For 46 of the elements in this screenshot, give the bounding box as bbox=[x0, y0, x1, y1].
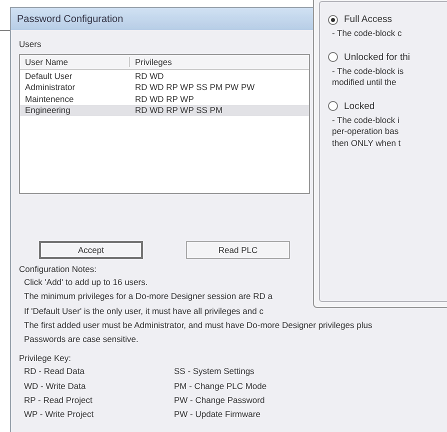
key-heading: Privilege Key: bbox=[19, 352, 72, 364]
option-description: - The code-block is bbox=[331, 66, 405, 77]
table-cell-text: RD WD RP WP bbox=[134, 94, 195, 104]
dialog-button[interactable]: Accept bbox=[39, 241, 143, 259]
option-description: per-operation bas bbox=[331, 126, 400, 138]
radio-button[interactable] bbox=[328, 101, 338, 111]
key-text: SS - System Settings bbox=[173, 365, 256, 378]
option-description: modified until the bbox=[331, 77, 398, 88]
table-row[interactable]: Default User RD WD bbox=[20, 70, 309, 82]
radio-label[interactable]: Locked bbox=[344, 100, 375, 112]
radio-button[interactable] bbox=[328, 14, 338, 24]
table-cell-text: Engineering bbox=[24, 105, 72, 116]
table-cell-text: Maintenence bbox=[24, 94, 75, 104]
key-text: RP - Read Project bbox=[23, 394, 94, 408]
window-edge bbox=[0, 30, 10, 31]
radio-button[interactable] bbox=[328, 52, 338, 62]
option-description: - The code-block i bbox=[331, 114, 400, 126]
table-cell-text: RD WD bbox=[134, 70, 165, 81]
table-row[interactable]: Administrator RD WD RP WP SS PM PW PW bbox=[20, 82, 309, 93]
key-text: PW - Update Firmware bbox=[173, 408, 262, 422]
column-header[interactable]: Privileges bbox=[130, 57, 309, 67]
key-text: WP - Write Project bbox=[23, 408, 95, 422]
note-text: If 'Default User' is the only user, it must have all privileges and c bbox=[23, 304, 264, 318]
table-cell-text: Default User bbox=[24, 70, 74, 81]
note-text: Click 'Add' to add up to 16 users. bbox=[23, 276, 149, 289]
table-cell-text: RD WD RP WP SS PM bbox=[134, 105, 224, 116]
note-text: The first added user must be Administrator, and must have Do-more Designer privileges plus bbox=[23, 318, 374, 332]
option-description: then ONLY when t bbox=[331, 138, 402, 149]
table-row[interactable]: Engineering RD WD RP WP SS PM bbox=[20, 104, 309, 116]
notes-heading: Configuration Notes: bbox=[19, 263, 98, 275]
key-text: RD - Read Data bbox=[23, 365, 86, 378]
note-text: Passwords are case sensitive. bbox=[23, 333, 140, 346]
option-description: - The code-block c bbox=[331, 28, 403, 40]
radio-label[interactable]: Full Access bbox=[344, 14, 392, 25]
table-cell-text: RD WD RP WP SS PM PW PW bbox=[134, 82, 256, 92]
column-header[interactable]: User Name bbox=[20, 57, 130, 67]
note-text: The minimum privileges for a Do-more Designer session are RD a bbox=[23, 290, 274, 304]
key-text: PW - Change Password bbox=[173, 394, 266, 408]
key-text: PM - Change PLC Mode bbox=[173, 380, 268, 393]
table-row[interactable]: Maintenence RD WD RP WP bbox=[20, 93, 309, 104]
radio-label[interactable]: Unlocked for thi bbox=[344, 52, 410, 62]
window-title: Password Configuration bbox=[17, 14, 124, 24]
section-label: Users bbox=[19, 38, 42, 50]
dialog-button[interactable]: Read PLC bbox=[186, 241, 290, 259]
table-cell-text: Administrator bbox=[24, 82, 76, 92]
key-text: WD - Write Data bbox=[23, 380, 87, 393]
